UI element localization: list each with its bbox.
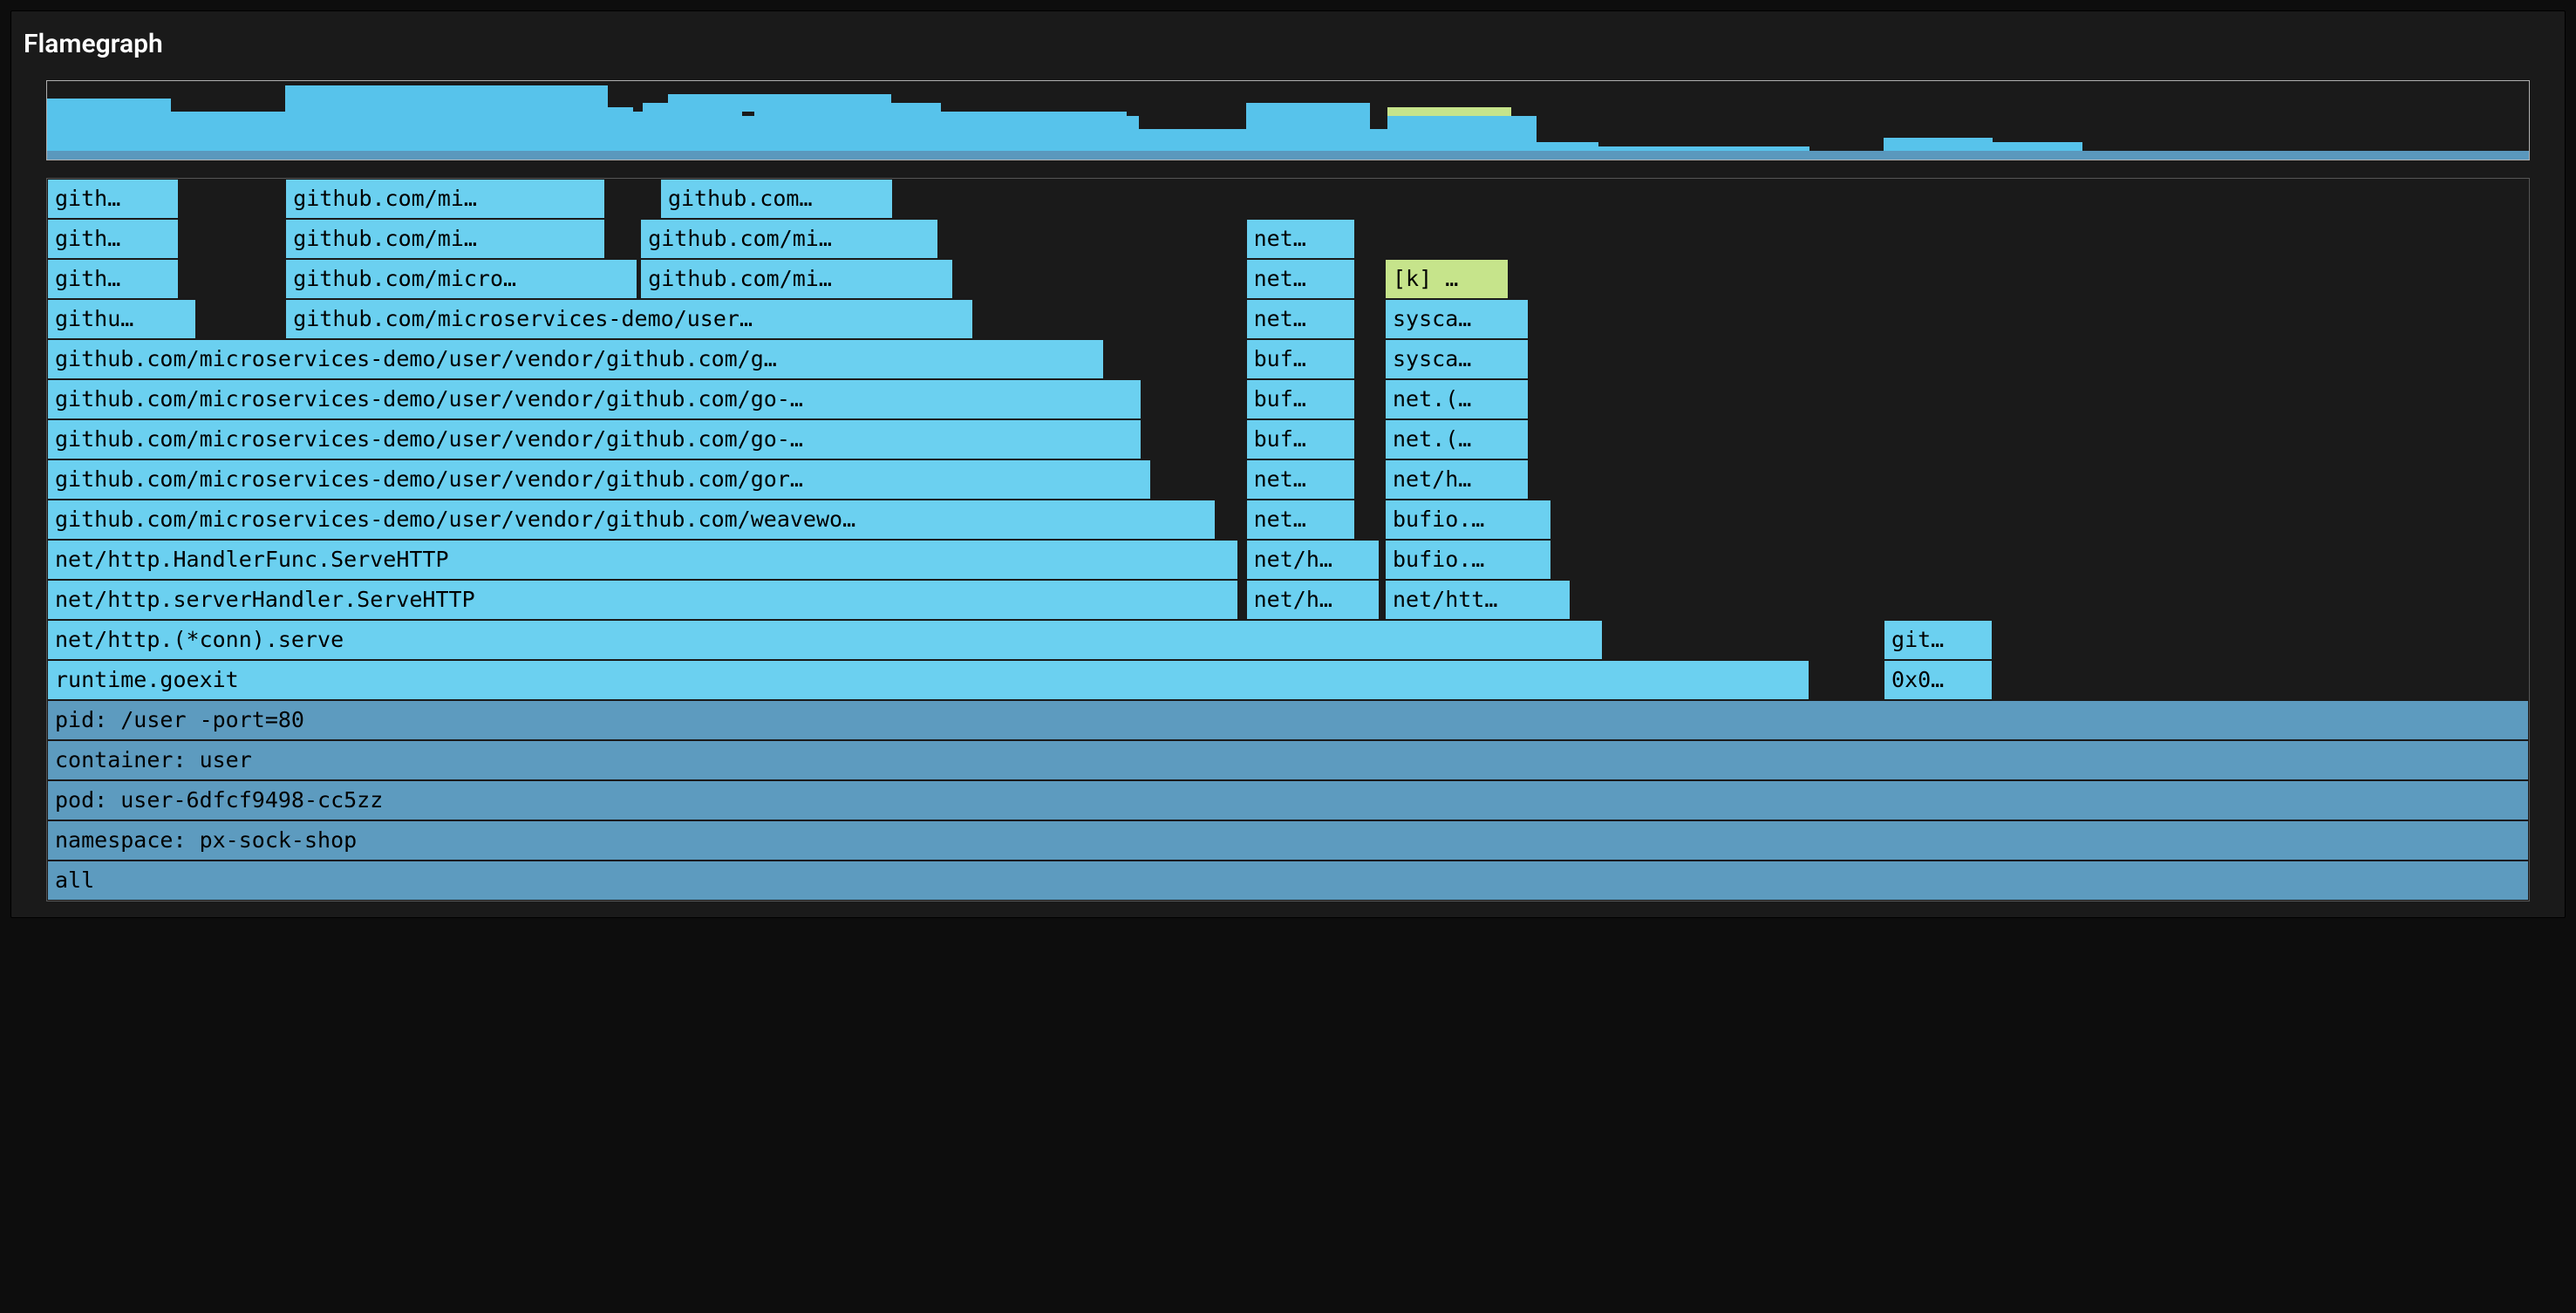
flame-row: all	[47, 861, 2529, 901]
flame-frame[interactable]: container: user	[47, 740, 2529, 780]
flame-frame[interactable]: net/http.serverHandler.ServeHTTP	[47, 580, 1238, 620]
flame-frame[interactable]: github.com/mi…	[285, 179, 605, 219]
flame-frame[interactable]: githu…	[47, 299, 196, 339]
flame-frame[interactable]: gith…	[47, 219, 179, 259]
flame-frame[interactable]: net.(…	[1385, 379, 1529, 419]
flame-row: github.com/microservices-demo/user/vendo…	[47, 379, 2529, 419]
flame-frame[interactable]: net/h…	[1246, 540, 1380, 580]
flame-frame[interactable]: github.com/mi…	[285, 219, 605, 259]
flame-row: net/http.(*conn).serve git…	[47, 620, 2529, 660]
flame-frame[interactable]: [k] …	[1385, 259, 1509, 299]
flame-frame[interactable]: net/h…	[1385, 459, 1529, 500]
flame-frame[interactable]: github.com/microservices-demo/user/vendo…	[47, 419, 1141, 459]
flame-frame[interactable]: sysca…	[1385, 299, 1529, 339]
flame-row: github.com/microservices-demo/user/vendo…	[47, 500, 2529, 540]
flame-frame[interactable]: net/http.(*conn).serve	[47, 620, 1603, 660]
flamegraph[interactable]: gith…github.com/mi…github.com…gith…githu…	[46, 178, 2530, 901]
flame-row: net/http.HandlerFunc.ServeHTTPnet/h…bufi…	[47, 540, 2529, 580]
flamegraph-panel: Flamegraph gith…github.com/mi…github.com…	[10, 10, 2566, 918]
flame-frame[interactable]: github.com/micro…	[285, 259, 637, 299]
flame-row: gith… github.com/mi… github.com…	[47, 179, 2529, 219]
flame-row: namespace: px-sock-shop	[47, 820, 2529, 861]
flame-frame[interactable]: net…	[1246, 459, 1355, 500]
flame-row: pod: user-6dfcf9498-cc5zz	[47, 780, 2529, 820]
flame-frame[interactable]: gith…	[47, 259, 179, 299]
flame-frame[interactable]: github.com/microservices-demo/user/vendo…	[47, 339, 1104, 379]
flame-frame[interactable]: namespace: px-sock-shop	[47, 820, 2529, 861]
flame-frame[interactable]: bufio.…	[1385, 500, 1551, 540]
flame-row: gith… github.com/mi… github.com/mi… net…	[47, 219, 2529, 259]
flame-frame[interactable]: github.com/mi…	[640, 219, 938, 259]
flame-row: net/http.serverHandler.ServeHTTPnet/h…ne…	[47, 580, 2529, 620]
flame-frame[interactable]: github.com/microservices-demo/user/vendo…	[47, 379, 1141, 419]
flame-frame[interactable]: net/h…	[1246, 580, 1380, 620]
flame-frame[interactable]: net/htt…	[1385, 580, 1571, 620]
flame-frame[interactable]: github.com/microservices-demo/user/vendo…	[47, 500, 1216, 540]
flame-frame[interactable]: sysca…	[1385, 339, 1529, 379]
flame-frame[interactable]: net…	[1246, 219, 1355, 259]
flame-frame[interactable]: buf…	[1246, 379, 1355, 419]
flame-row: pid: /user -port=80	[47, 700, 2529, 740]
flame-frame[interactable]: github.com/mi…	[640, 259, 953, 299]
flame-frame[interactable]: net/http.HandlerFunc.ServeHTTP	[47, 540, 1238, 580]
flame-frame[interactable]: net…	[1246, 259, 1355, 299]
minimap[interactable]	[46, 80, 2530, 160]
flame-frame[interactable]: net.(…	[1385, 419, 1529, 459]
flame-frame[interactable]: buf…	[1246, 339, 1355, 379]
flame-frame[interactable]: pod: user-6dfcf9498-cc5zz	[47, 780, 2529, 820]
flame-row: gith… github.com/micro…github.com/mi… net……	[47, 259, 2529, 299]
flame-frame[interactable]: bufio.…	[1385, 540, 1551, 580]
flame-frame[interactable]: github.com/microservices-demo/user…	[285, 299, 972, 339]
flame-row: githu… github.com/microservices-demo/user…	[47, 299, 2529, 339]
flame-row: github.com/microservices-demo/user/vendo…	[47, 419, 2529, 459]
flame-frame[interactable]: github.com…	[660, 179, 894, 219]
flame-frame[interactable]: git…	[1884, 620, 1993, 660]
flame-frame[interactable]: net…	[1246, 299, 1355, 339]
flame-row: container: user	[47, 740, 2529, 780]
flame-frame[interactable]: net…	[1246, 500, 1355, 540]
flame-frame[interactable]: runtime.goexit	[47, 660, 1809, 700]
panel-title: Flamegraph	[11, 11, 2565, 80]
flame-frame[interactable]: all	[47, 861, 2529, 901]
flame-frame[interactable]: gith…	[47, 179, 179, 219]
flame-row: runtime.goexit 0x0…	[47, 660, 2529, 700]
flame-row: github.com/microservices-demo/user/vendo…	[47, 459, 2529, 500]
flame-frame[interactable]: github.com/microservices-demo/user/vendo…	[47, 459, 1151, 500]
flame-frame[interactable]: 0x0…	[1884, 660, 1993, 700]
flame-row: github.com/microservices-demo/user/vendo…	[47, 339, 2529, 379]
flame-frame[interactable]: pid: /user -port=80	[47, 700, 2529, 740]
flame-frame[interactable]: buf…	[1246, 419, 1355, 459]
